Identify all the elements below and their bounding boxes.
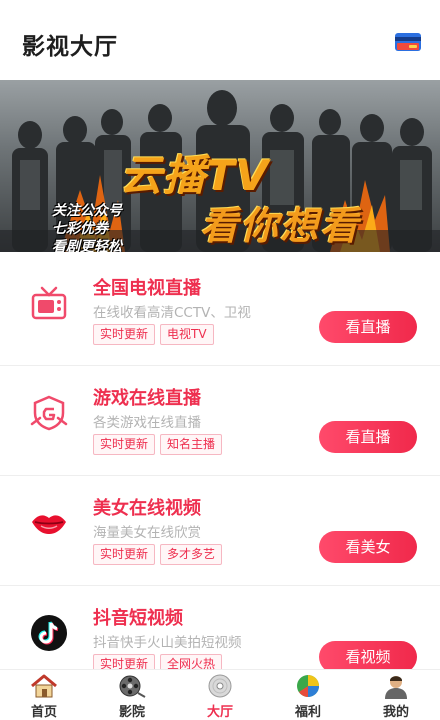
item-tag: 实时更新	[93, 544, 156, 565]
item-tag: 知名主播	[160, 434, 223, 455]
tab-label: 福利	[294, 705, 321, 720]
item-desc: 海量美女在线欣赏	[93, 525, 201, 541]
tab-cinema[interactable]: 影院	[88, 670, 176, 720]
tiktok-icon	[31, 615, 67, 651]
tab-hall[interactable]: 大厅	[176, 670, 264, 720]
banner-title: 云播TV	[120, 151, 270, 200]
item-tag: 实时更新	[93, 324, 156, 345]
item-desc: 各类游戏在线直播	[93, 415, 201, 431]
item-tag: 电视TV	[160, 324, 214, 345]
disc-icon	[208, 674, 232, 698]
wallet-card-icon[interactable]	[394, 31, 422, 53]
tab-label: 我的	[382, 705, 409, 720]
item-tag: 多才多艺	[160, 544, 223, 565]
house-icon	[31, 674, 57, 698]
tab-mine[interactable]: 我的	[352, 670, 440, 720]
banner-side-line: 七彩优券	[52, 221, 108, 237]
watch-beauty-button[interactable]: 看美女	[319, 531, 417, 563]
tab-label: 首页	[30, 705, 57, 720]
list-item-beauty-video[interactable]: 美女在线视频 海量美女在线欣赏 实时更新 多才多艺 看美女	[0, 476, 440, 586]
page-title: 影视大厅	[22, 34, 118, 60]
lips-icon	[32, 515, 66, 534]
film-reel-icon	[119, 675, 146, 698]
promo-banner[interactable]: 云播TV 看你想看 关注公众号 七彩优券 看剧更轻松	[0, 80, 440, 252]
item-desc: 抖音快手火山美拍短视频	[93, 635, 242, 651]
item-tag: 实时更新	[93, 434, 156, 455]
banner-side-line: 看剧更轻松	[52, 239, 122, 252]
item-title: 全国电视直播	[93, 278, 201, 299]
app-header: 影视大厅	[0, 0, 440, 80]
tab-welfare[interactable]: 福利	[264, 670, 352, 720]
list-item-tv-live[interactable]: 全国电视直播 在线收看高清CCTV、卫视 实时更新 电视TV 看直播	[0, 256, 440, 366]
item-desc: 在线收看高清CCTV、卫视	[93, 305, 251, 321]
bottom-tab-bar: 首页 影院 大厅 福利 我的	[0, 669, 440, 720]
pie-icon	[297, 675, 319, 697]
banner-side-line: 关注公众号	[52, 203, 122, 219]
banner-slogan: 看你想看	[200, 204, 361, 248]
tv-icon	[31, 286, 67, 320]
watch-live-button[interactable]: 看直播	[319, 311, 417, 343]
item-title: 游戏在线直播	[93, 388, 201, 409]
item-title: 抖音短视频	[93, 608, 183, 629]
watch-live-button[interactable]: 看直播	[319, 421, 417, 453]
user-avatar-icon	[385, 676, 407, 699]
tab-home[interactable]: 首页	[0, 670, 88, 720]
tab-label: 大厅	[206, 705, 233, 720]
game-shield-icon	[30, 395, 68, 431]
list-item-game-live[interactable]: 游戏在线直播 各类游戏在线直播 实时更新 知名主播 看直播	[0, 366, 440, 476]
item-title: 美女在线视频	[93, 498, 201, 519]
tab-label: 影院	[118, 705, 145, 720]
